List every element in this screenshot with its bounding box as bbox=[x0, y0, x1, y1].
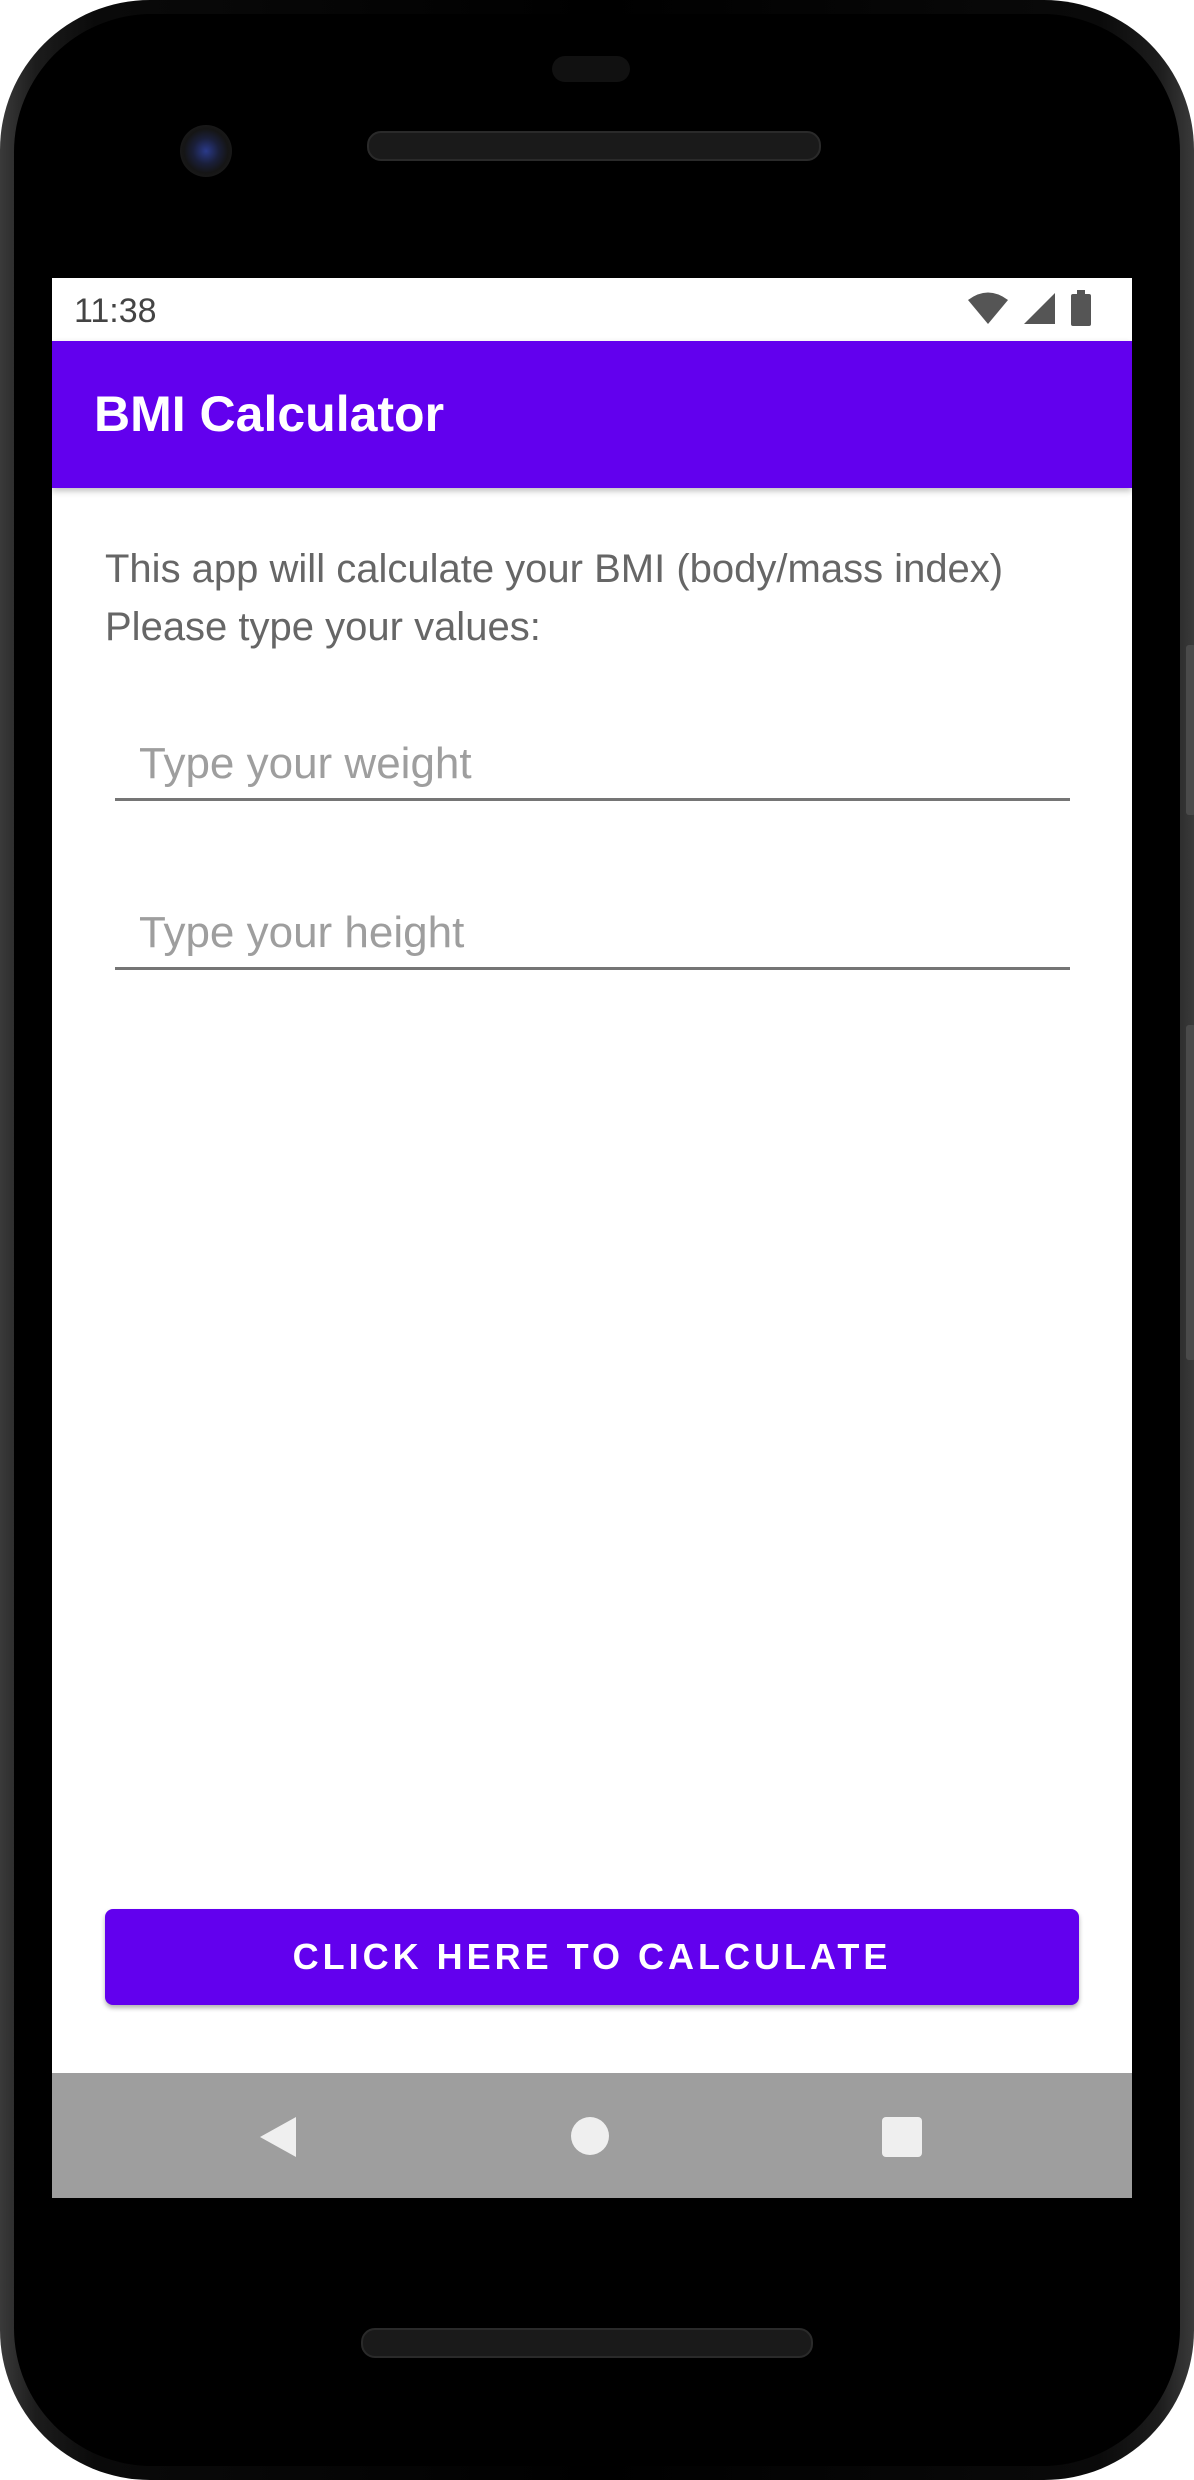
intro-line-1: This app will calculate your BMI (body/m… bbox=[105, 547, 1004, 591]
wifi-icon bbox=[968, 292, 1008, 324]
volume-button bbox=[1186, 1025, 1194, 1360]
app-bar: BMI Calculator bbox=[52, 341, 1132, 488]
height-input[interactable] bbox=[115, 898, 1070, 970]
battery-icon bbox=[1071, 290, 1091, 326]
front-camera-icon bbox=[180, 125, 232, 177]
earpiece-speaker bbox=[367, 131, 821, 161]
back-icon[interactable] bbox=[258, 2115, 298, 2159]
status-icons bbox=[968, 290, 1092, 326]
bottom-speaker bbox=[361, 2328, 813, 2358]
intro-line-2: Please type your values: bbox=[105, 605, 541, 649]
recent-apps-icon[interactable] bbox=[882, 2117, 922, 2157]
intro-text: This app will calculate your BMI (body/m… bbox=[105, 540, 1105, 656]
proximity-sensor bbox=[552, 56, 630, 82]
status-time: 11:38 bbox=[74, 292, 157, 330]
navigation-bar bbox=[52, 2073, 1132, 2198]
phone-frame: 11:38 BMI Calculator This app will calcu… bbox=[0, 0, 1194, 2480]
home-icon[interactable] bbox=[571, 2117, 609, 2155]
cellular-signal-icon bbox=[1024, 293, 1055, 324]
app-screen: 11:38 BMI Calculator This app will calcu… bbox=[52, 278, 1132, 2198]
calculate-button[interactable]: CLICK HERE TO CALCULATE bbox=[105, 1909, 1079, 2005]
weight-input[interactable] bbox=[115, 729, 1070, 801]
app-title: BMI Calculator bbox=[94, 386, 445, 442]
power-button bbox=[1186, 645, 1194, 815]
status-bar: 11:38 bbox=[52, 278, 1132, 341]
